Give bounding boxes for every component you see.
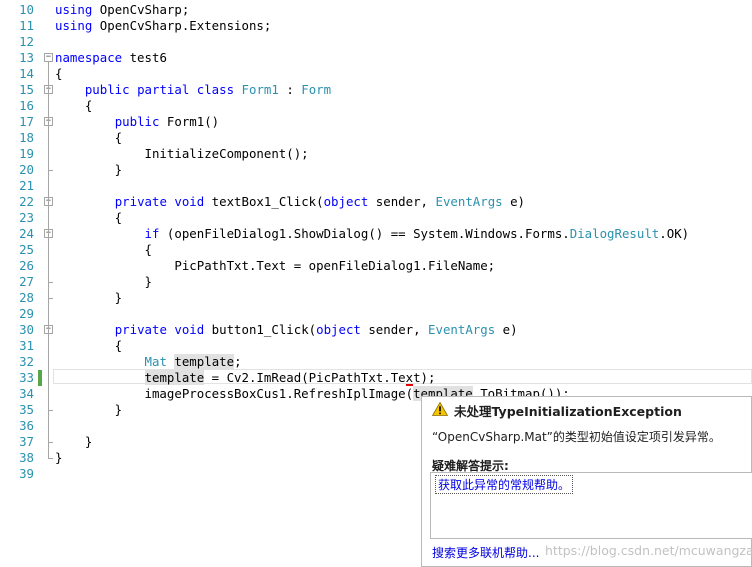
code-line[interactable]: 25 { bbox=[0, 242, 752, 258]
code-text: { bbox=[55, 98, 93, 113]
line-number: 26 bbox=[19, 258, 34, 273]
code-text: } bbox=[55, 290, 123, 305]
outline-guide-end bbox=[48, 442, 53, 443]
line-number: 39 bbox=[19, 466, 34, 481]
code-line[interactable]: 12 bbox=[0, 34, 752, 50]
code-text: using OpenCvSharp; bbox=[55, 2, 190, 17]
code-line[interactable]: 11 using OpenCvSharp.Extensions; bbox=[0, 18, 752, 34]
line-number: 35 bbox=[19, 402, 34, 417]
code-text: { bbox=[55, 130, 123, 145]
code-text: } bbox=[55, 162, 123, 177]
exception-title: 未处理TypeInitializationException bbox=[454, 404, 682, 419]
outline-guide-end bbox=[48, 282, 53, 283]
outline-guide bbox=[48, 126, 49, 170]
code-line[interactable]: 29 bbox=[0, 306, 752, 322]
code-text: { bbox=[55, 210, 123, 225]
error-squiggle bbox=[406, 383, 413, 386]
outline-guide-end bbox=[48, 170, 53, 171]
code-line[interactable]: 30− private void button1_Click(object se… bbox=[0, 322, 752, 338]
code-line[interactable]: 24− if (openFileDialog1.ShowDialog() == … bbox=[0, 226, 752, 242]
line-number: 11 bbox=[19, 18, 34, 33]
line-number: 38 bbox=[19, 450, 34, 465]
code-text: } bbox=[55, 450, 63, 465]
code-text: { bbox=[55, 242, 152, 257]
line-number: 34 bbox=[19, 386, 34, 401]
line-number: 20 bbox=[19, 162, 34, 177]
code-line[interactable]: 22− private void textBox1_Click(object s… bbox=[0, 194, 752, 210]
code-text: PicPathTxt.Text = openFileDialog1.FileNa… bbox=[55, 258, 496, 273]
line-number: 37 bbox=[19, 434, 34, 449]
code-text: InitializeComponent(); bbox=[55, 146, 309, 161]
code-text: using OpenCvSharp.Extensions; bbox=[55, 18, 272, 33]
code-line[interactable]: 23 { bbox=[0, 210, 752, 226]
line-number: 12 bbox=[19, 34, 34, 49]
outline-guide-end bbox=[48, 298, 53, 299]
line-number: 25 bbox=[19, 242, 34, 257]
code-line[interactable]: 26 PicPathTxt.Text = openFileDialog1.Fil… bbox=[0, 258, 752, 274]
line-number: 10 bbox=[19, 2, 34, 17]
line-number: 23 bbox=[19, 210, 34, 225]
search-online-help-link[interactable]: 搜索更多联机帮助... bbox=[432, 544, 539, 561]
line-number: 32 bbox=[19, 354, 34, 369]
line-number: 14 bbox=[19, 66, 34, 81]
line-number: 19 bbox=[19, 146, 34, 161]
code-line[interactable]: 33 template = Cv2.ImRead(PicPathTxt.Text… bbox=[0, 370, 752, 386]
outline-guide bbox=[48, 334, 49, 410]
outline-guide-end bbox=[48, 458, 53, 459]
outline-guide bbox=[48, 238, 49, 282]
code-text: public Form1() bbox=[114, 114, 220, 129]
line-number: 29 bbox=[19, 306, 34, 321]
code-text: if (openFileDialog1.ShowDialog() == Syst… bbox=[144, 226, 690, 241]
code-line[interactable]: 27 } bbox=[0, 274, 752, 290]
line-number: 15 bbox=[19, 82, 34, 97]
code-text: { bbox=[55, 338, 123, 353]
collapse-toggle[interactable]: − bbox=[44, 53, 53, 62]
code-line[interactable]: 32 Mat template; bbox=[0, 354, 752, 370]
code-line[interactable]: 17− public Form1() bbox=[0, 114, 752, 130]
code-line[interactable]: 10 using OpenCvSharp; bbox=[0, 2, 752, 18]
line-number: 33 bbox=[19, 370, 34, 385]
troubleshooting-tips-list: 获取此异常的常规帮助。 bbox=[430, 472, 752, 539]
code-line[interactable]: 28 } bbox=[0, 290, 752, 306]
exception-message: “OpenCvSharp.Mat”的类型初始值设定项引发异常。 bbox=[432, 430, 721, 444]
code-text: Mat template; bbox=[144, 354, 242, 369]
line-number: 16 bbox=[19, 98, 34, 113]
code-line[interactable]: 21 bbox=[0, 178, 752, 194]
line-number: 13 bbox=[19, 50, 34, 65]
code-text: } bbox=[55, 402, 123, 417]
code-text: } bbox=[55, 434, 93, 449]
line-number: 30 bbox=[19, 322, 34, 337]
line-number: 31 bbox=[19, 338, 34, 353]
line-number: 24 bbox=[19, 226, 34, 241]
code-text: } bbox=[55, 274, 152, 289]
exception-assistant-popup: 未处理TypeInitializationException “OpenCvSh… bbox=[421, 396, 752, 567]
code-text: namespace test6 bbox=[55, 50, 167, 65]
code-line[interactable]: 13 − namespace test6 bbox=[0, 50, 752, 66]
watermark: https://blog.csdn.net/mcuwangzai bbox=[545, 543, 752, 558]
code-text: public partial class Form1 : Form bbox=[84, 82, 332, 97]
line-number: 28 bbox=[19, 290, 34, 305]
code-line[interactable]: 14 { bbox=[0, 66, 752, 82]
line-number: 21 bbox=[19, 178, 34, 193]
warning-icon bbox=[432, 402, 448, 416]
code-text: template = Cv2.ImRead(PicPathTxt.Text); bbox=[144, 370, 436, 385]
code-text: private void textBox1_Click(object sende… bbox=[114, 194, 526, 209]
line-number: 18 bbox=[19, 130, 34, 145]
line-number: 36 bbox=[19, 418, 34, 433]
code-line[interactable]: 20 } bbox=[0, 162, 752, 178]
general-help-link[interactable]: 获取此异常的常规帮助。 bbox=[435, 475, 574, 494]
code-line[interactable]: 16 { bbox=[0, 98, 752, 114]
line-number: 22 bbox=[19, 194, 34, 209]
code-line[interactable]: 31 { bbox=[0, 338, 752, 354]
outline-guide-end bbox=[48, 410, 53, 411]
code-line[interactable]: 18 { bbox=[0, 130, 752, 146]
code-text: { bbox=[55, 66, 63, 81]
line-number: 27 bbox=[19, 274, 34, 289]
code-text: private void button1_Click(object sender… bbox=[114, 322, 518, 337]
popup-title-bar: 未处理TypeInitializationException bbox=[422, 397, 751, 421]
line-number: 17 bbox=[19, 114, 34, 129]
code-line[interactable]: 15− public partial class Form1 : Form bbox=[0, 82, 752, 98]
code-line[interactable]: 19 InitializeComponent(); bbox=[0, 146, 752, 162]
